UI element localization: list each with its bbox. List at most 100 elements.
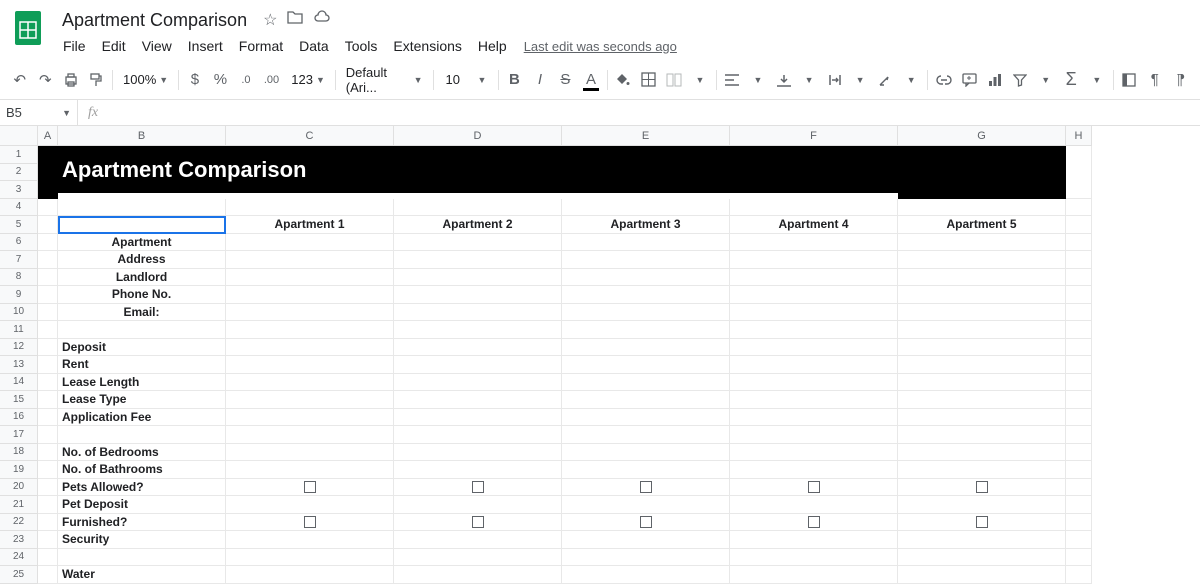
cell[interactable] — [1066, 374, 1092, 392]
checkbox[interactable] — [304, 481, 316, 493]
italic-button[interactable]: I — [528, 67, 552, 93]
cell[interactable] — [562, 269, 730, 287]
cell[interactable] — [1066, 461, 1092, 479]
menu-insert[interactable]: Insert — [181, 34, 230, 58]
cell[interactable]: Address — [58, 251, 226, 269]
cell[interactable] — [38, 514, 58, 532]
cell[interactable] — [38, 339, 58, 357]
cell[interactable] — [226, 251, 394, 269]
cell[interactable] — [898, 496, 1066, 514]
col-header[interactable]: B — [58, 126, 226, 146]
cell[interactable] — [898, 444, 1066, 462]
checkbox[interactable] — [976, 481, 988, 493]
comment-button[interactable] — [957, 67, 981, 93]
cell[interactable] — [898, 199, 1066, 217]
cell[interactable] — [1066, 496, 1092, 514]
cell[interactable]: Pet Deposit — [58, 496, 226, 514]
checkbox[interactable] — [976, 516, 988, 528]
cell[interactable] — [730, 531, 898, 549]
formula-input[interactable] — [108, 100, 1200, 125]
cell[interactable]: Furnished? — [58, 514, 226, 532]
cell[interactable] — [38, 461, 58, 479]
cell[interactable] — [226, 514, 394, 532]
cell[interactable] — [394, 339, 562, 357]
cell[interactable] — [730, 269, 898, 287]
v-align-button[interactable] — [772, 67, 796, 93]
row-header[interactable]: 21 — [0, 496, 38, 514]
cell[interactable] — [562, 391, 730, 409]
cell[interactable] — [226, 549, 394, 567]
row-header[interactable]: 8 — [0, 269, 38, 287]
redo-button[interactable]: ↷ — [34, 67, 58, 93]
cell[interactable] — [226, 444, 394, 462]
cell[interactable] — [394, 234, 562, 252]
cell[interactable] — [38, 444, 58, 462]
undo-button[interactable]: ↶ — [8, 67, 32, 93]
cell[interactable] — [394, 199, 562, 217]
cell[interactable] — [1066, 304, 1092, 322]
row-header[interactable]: 20 — [0, 479, 38, 497]
row-header[interactable]: 7 — [0, 251, 38, 269]
cell[interactable] — [898, 269, 1066, 287]
col-header[interactable]: G — [898, 126, 1066, 146]
cell[interactable] — [898, 391, 1066, 409]
row-header[interactable]: 17 — [0, 426, 38, 444]
checkbox[interactable] — [640, 516, 652, 528]
cell[interactable] — [1066, 444, 1092, 462]
cell[interactable]: Deposit — [58, 339, 226, 357]
menu-file[interactable]: File — [56, 34, 93, 58]
cell[interactable] — [730, 304, 898, 322]
cell[interactable] — [730, 199, 898, 217]
row-header[interactable]: 25 — [0, 566, 38, 584]
sidebar-toggle-2[interactable]: ¶ — [1143, 67, 1167, 93]
cell[interactable] — [226, 461, 394, 479]
cell[interactable] — [730, 409, 898, 427]
bold-button[interactable]: B — [503, 67, 527, 93]
cell[interactable]: Lease Type — [58, 391, 226, 409]
cell[interactable]: Apartment 1 — [226, 216, 394, 234]
row-header[interactable]: 14 — [0, 374, 38, 392]
cell[interactable] — [1066, 269, 1092, 287]
filter-dropdown[interactable]: ▼ — [1034, 67, 1058, 93]
cell[interactable] — [562, 251, 730, 269]
cell[interactable]: Landlord — [58, 269, 226, 287]
cell[interactable] — [226, 479, 394, 497]
cell[interactable] — [226, 269, 394, 287]
paint-format-button[interactable] — [85, 67, 109, 93]
cell[interactable] — [562, 426, 730, 444]
h-align-dropdown[interactable]: ▼ — [746, 67, 770, 93]
cell[interactable] — [38, 374, 58, 392]
cell[interactable] — [1066, 514, 1092, 532]
col-header[interactable]: H — [1066, 126, 1092, 146]
v-align-dropdown[interactable]: ▼ — [797, 67, 821, 93]
cell[interactable] — [394, 374, 562, 392]
cell[interactable] — [730, 461, 898, 479]
cell[interactable] — [730, 251, 898, 269]
row-header[interactable]: 24 — [0, 549, 38, 567]
cell[interactable] — [1066, 391, 1092, 409]
cell[interactable] — [226, 304, 394, 322]
cell[interactable] — [1066, 409, 1092, 427]
row-header[interactable]: 5 — [0, 216, 38, 234]
menu-data[interactable]: Data — [292, 34, 336, 58]
cell[interactable]: Email: — [58, 304, 226, 322]
menu-help[interactable]: Help — [471, 34, 514, 58]
cell[interactable] — [38, 479, 58, 497]
cell[interactable] — [38, 286, 58, 304]
menu-format[interactable]: Format — [232, 34, 290, 58]
cell[interactable] — [898, 426, 1066, 444]
cell[interactable] — [1066, 549, 1092, 567]
cell[interactable] — [1066, 251, 1092, 269]
row-header[interactable]: 13 — [0, 356, 38, 374]
row-header[interactable]: 4 — [0, 199, 38, 217]
cell[interactable]: Application Fee — [58, 409, 226, 427]
cell[interactable] — [38, 234, 58, 252]
text-color-button[interactable]: A — [579, 67, 603, 93]
cell[interactable] — [730, 356, 898, 374]
cell[interactable]: Apartment — [58, 234, 226, 252]
select-all-corner[interactable] — [0, 126, 38, 146]
cell[interactable] — [1066, 234, 1092, 252]
cell[interactable] — [730, 444, 898, 462]
increase-decimal-button[interactable]: .00 — [260, 67, 284, 93]
sheet-title[interactable]: Apartment Comparison — [58, 146, 898, 193]
